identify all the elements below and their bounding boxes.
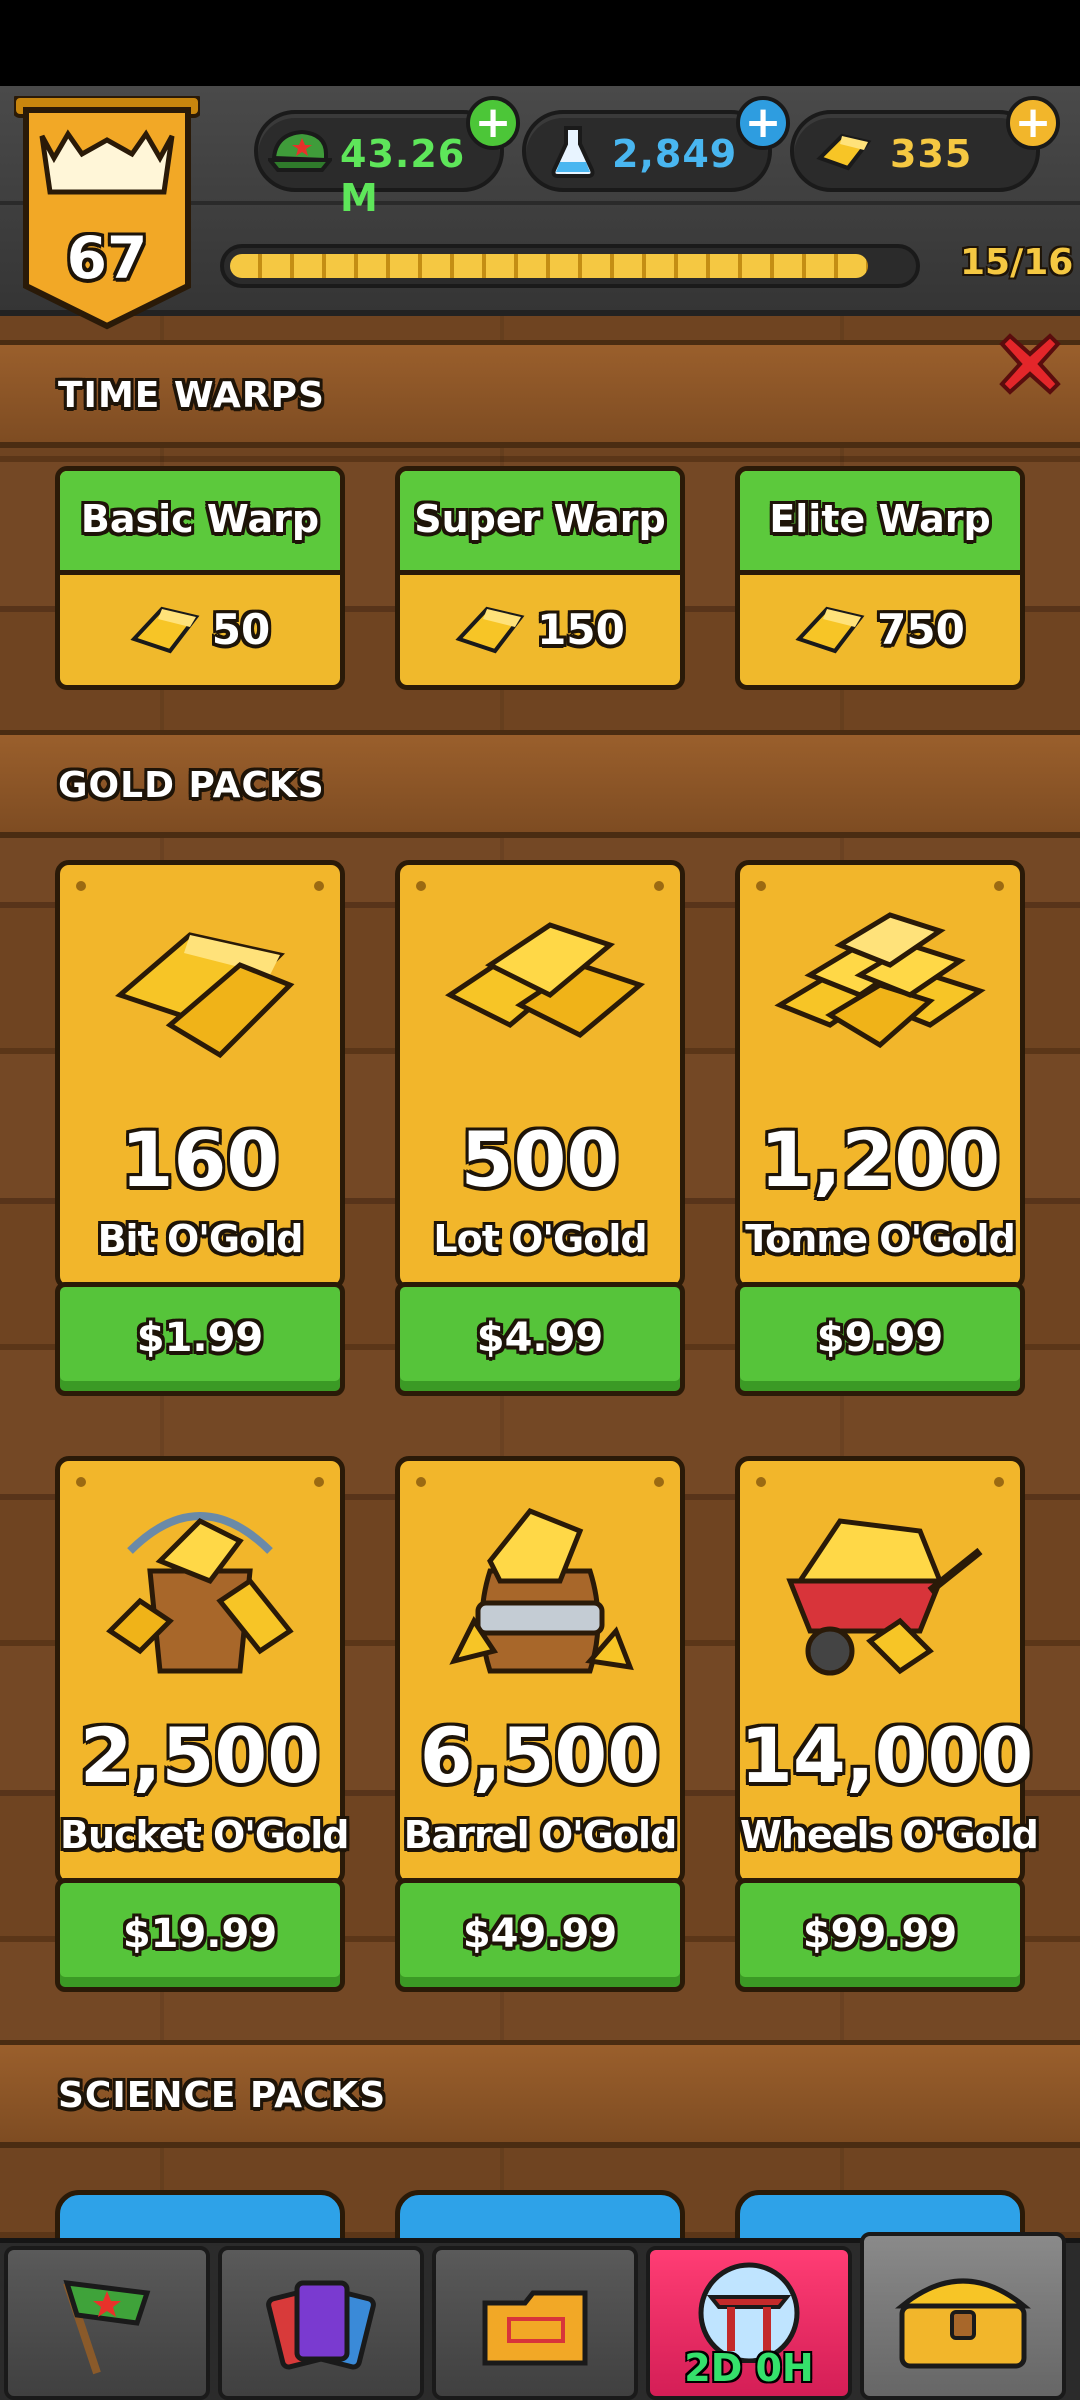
pack-amount: 1,200 xyxy=(759,1115,1001,1204)
nav-tab-cards[interactable] xyxy=(218,2246,424,2400)
add-gold-button[interactable]: + xyxy=(1006,96,1060,150)
folder-icon xyxy=(482,2290,588,2366)
pack-amount: 500 xyxy=(460,1115,620,1204)
add-science-button[interactable]: + xyxy=(736,96,790,150)
close-button[interactable] xyxy=(996,330,1064,398)
pack-amount: 2,500 xyxy=(79,1711,321,1800)
science-packs-header: SCIENCE PACKS xyxy=(0,2040,1080,2148)
xp-progress-fill xyxy=(230,254,868,278)
gold-pack-card[interactable]: 2,500 Bucket O'Gold $19.99 xyxy=(55,1456,349,1996)
pack-name: Wheels O'Gold xyxy=(740,1813,1039,1857)
warp-name-bar: Basic Warp xyxy=(60,471,340,575)
pack-price: $19.99 xyxy=(122,1911,278,1957)
buy-button[interactable]: $19.99 xyxy=(55,1878,345,1992)
time-warps-header: TIME WARPS xyxy=(0,340,1080,448)
pack-name: Tonne O'Gold xyxy=(745,1217,1016,1261)
status-bar xyxy=(0,0,1080,86)
pack-card-body: 2,500 Bucket O'Gold xyxy=(55,1456,349,1886)
section-title: SCIENCE PACKS xyxy=(58,2075,387,2116)
warp-name-bar: Super Warp xyxy=(400,471,680,575)
nav-tab-shop[interactable] xyxy=(860,2232,1066,2400)
xp-progress-bar xyxy=(220,244,920,288)
nav-tab-missions[interactable] xyxy=(4,2246,210,2400)
nav-tab-intel[interactable] xyxy=(432,2246,638,2400)
gold-bar-icon xyxy=(816,133,872,171)
science-counter: 2,849 xyxy=(522,110,772,192)
time-warp-card-super[interactable]: Super Warp 150 xyxy=(395,466,685,690)
cards-icon xyxy=(266,2280,376,2370)
army-cap-icon xyxy=(268,129,332,172)
pack-amount: 14,000 xyxy=(740,1711,1034,1800)
warp-name: Basic Warp xyxy=(80,497,320,541)
warp-price: 150 xyxy=(400,601,680,657)
gold-bars-pile-icon xyxy=(774,912,986,1049)
gold-wheelbarrow-icon xyxy=(786,1518,983,1676)
pack-price: $99.99 xyxy=(802,1911,958,1957)
warp-name-bar: Elite Warp xyxy=(740,471,1020,575)
event-timer: 2D 0H xyxy=(684,2346,814,2390)
time-warp-card-basic[interactable]: Basic Warp 50 xyxy=(55,466,345,690)
plus-icon: + xyxy=(1014,97,1052,148)
warp-name: Super Warp xyxy=(414,497,666,541)
pack-price: $9.99 xyxy=(816,1315,944,1361)
pack-card-body: 500 Lot O'Gold xyxy=(395,860,685,1290)
gold-packs-header: GOLD PACKS xyxy=(0,730,1080,838)
warp-price-value: 750 xyxy=(877,604,965,654)
pack-card-body: 14,000 Wheels O'Gold xyxy=(735,1456,1039,1886)
pack-card-body: 6,500 Barrel O'Gold xyxy=(395,1456,685,1886)
gold-bar-icon xyxy=(455,606,525,654)
warp-price-value: 50 xyxy=(211,604,271,654)
flask-icon xyxy=(551,126,595,178)
xp-progress-text: 15/16 xyxy=(960,242,1074,283)
pack-price: $1.99 xyxy=(136,1315,264,1361)
buy-button[interactable]: $1.99 xyxy=(55,1282,345,1396)
warp-price: 750 xyxy=(740,601,1020,657)
gold-bucket-icon xyxy=(106,1512,294,1674)
gold-pack-card[interactable]: 1,200 Tonne O'Gold $9.99 xyxy=(735,860,1025,1400)
buy-button[interactable]: $4.99 xyxy=(395,1282,685,1396)
pack-name: Bucket O'Gold xyxy=(60,1813,349,1857)
player-level: 67 xyxy=(66,224,148,292)
close-icon xyxy=(999,333,1061,395)
gold-barrel-icon xyxy=(449,1507,634,1674)
plus-icon: + xyxy=(474,97,512,148)
gold-bar-icon xyxy=(795,606,865,654)
level-banner-icon xyxy=(14,96,200,330)
gold-bars-small-icon xyxy=(115,932,295,1059)
gold-pack-card[interactable]: 14,000 Wheels O'Gold $99.99 xyxy=(735,1456,1039,1996)
gold-bars-stack-icon xyxy=(445,922,646,1038)
add-cash-button[interactable]: + xyxy=(466,96,520,150)
pack-price: $49.99 xyxy=(462,1911,618,1957)
pack-amount: 6,500 xyxy=(419,1711,661,1800)
warp-price-value: 150 xyxy=(537,604,625,654)
pack-price: $4.99 xyxy=(476,1315,604,1361)
pack-name: Barrel O'Gold xyxy=(403,1813,678,1857)
treasure-chest-icon xyxy=(895,2278,1031,2369)
pack-name: Lot O'Gold xyxy=(433,1217,647,1261)
science-value: 2,849 xyxy=(612,132,738,176)
section-title: GOLD PACKS xyxy=(58,765,325,806)
level-banner[interactable]: 67 xyxy=(14,96,200,332)
pack-name: Bit O'Gold xyxy=(97,1217,304,1261)
gold-pack-card[interactable]: 160 Bit O'Gold $1.99 xyxy=(55,860,345,1400)
nav-tab-event[interactable]: 2D 0H xyxy=(646,2246,852,2400)
gold-bar-icon xyxy=(130,606,200,654)
warp-price: 50 xyxy=(60,601,340,657)
warp-name: Elite Warp xyxy=(769,497,991,541)
plus-icon: + xyxy=(744,97,782,148)
gold-value: 335 xyxy=(890,132,973,176)
pack-card-body: 1,200 Tonne O'Gold xyxy=(735,860,1025,1290)
pack-amount: 160 xyxy=(120,1115,280,1204)
time-warp-card-elite[interactable]: Elite Warp 750 xyxy=(735,466,1025,690)
gold-counter: 335 xyxy=(790,110,1040,192)
section-title: TIME WARPS xyxy=(58,375,325,416)
gold-pack-card[interactable]: 6,500 Barrel O'Gold $49.99 xyxy=(395,1456,685,1996)
gold-pack-card[interactable]: 500 Lot O'Gold $4.99 xyxy=(395,860,685,1400)
pack-card-body: 160 Bit O'Gold xyxy=(55,860,345,1290)
flag-icon xyxy=(63,2280,151,2375)
buy-button[interactable]: $49.99 xyxy=(395,1878,685,1992)
buy-button[interactable]: $9.99 xyxy=(735,1282,1025,1396)
buy-button[interactable]: $99.99 xyxy=(735,1878,1025,1992)
